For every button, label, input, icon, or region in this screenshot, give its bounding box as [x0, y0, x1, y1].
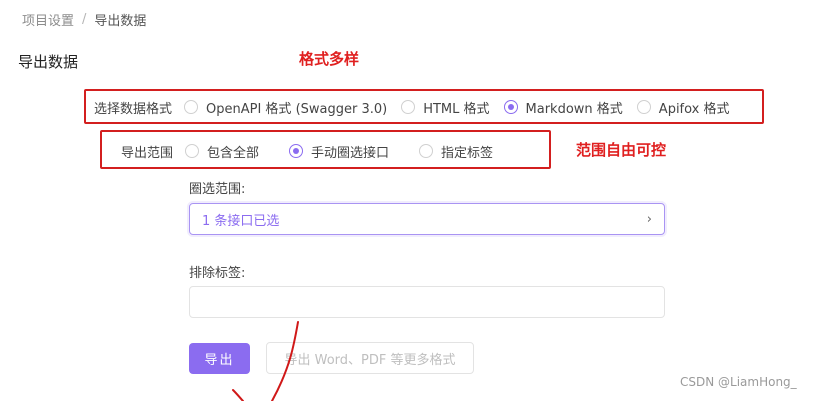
annotation-strokes	[232, 321, 299, 401]
annotation-stroke-tick	[232, 389, 244, 401]
annotation-stroke-line	[271, 321, 299, 401]
watermark: CSDN @LiamHong_	[680, 375, 797, 389]
